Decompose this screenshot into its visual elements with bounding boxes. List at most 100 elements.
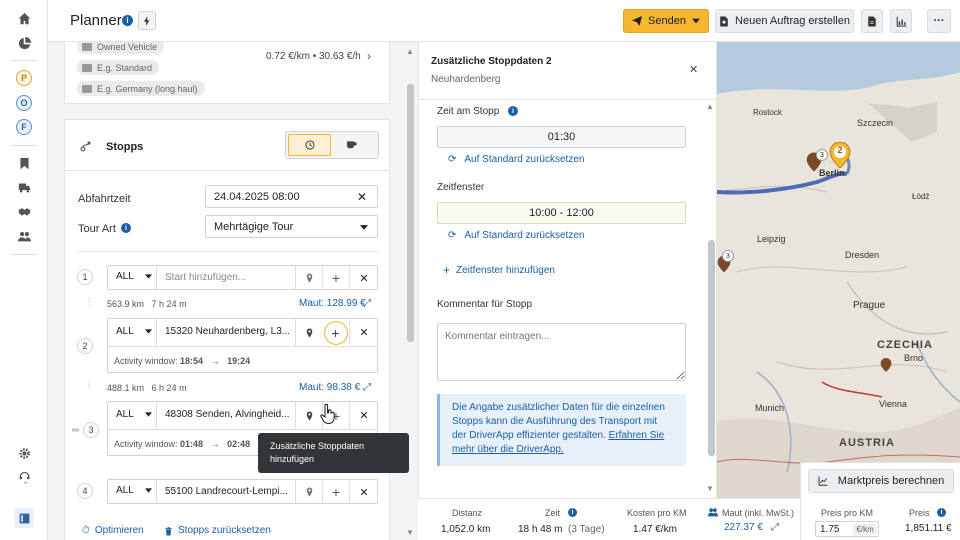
reset-stop-time-button[interactable]: ⟳ Auf Standard zurücksetzen xyxy=(448,154,584,165)
chevron-down-icon xyxy=(360,225,368,230)
stop-address[interactable]: 48308 Senden, Alvingheid... xyxy=(165,409,290,420)
expand-icon[interactable]: ⤢ xyxy=(363,382,371,393)
drag-handle-icon[interactable]: ⋮ xyxy=(85,297,93,306)
leg-distance: 488.1 km 6 h 24 m xyxy=(107,383,187,393)
pin-icon[interactable] xyxy=(295,402,322,429)
departure-label: Abfahrtzeit xyxy=(78,193,131,205)
city-label: Vienna xyxy=(879,399,907,409)
chevron-right-icon[interactable]: › xyxy=(367,49,371,63)
hand-cursor-icon xyxy=(320,403,336,424)
leg-toll[interactable]: Maut: 98.38 € xyxy=(299,382,360,393)
pie-chart-icon[interactable] xyxy=(14,33,34,53)
optimize-button[interactable]: ⏱ Optimieren xyxy=(82,525,144,536)
document-button[interactable] xyxy=(861,9,883,33)
more-options-button[interactable]: ··· xyxy=(927,9,951,33)
stop-type-select[interactable]: ALL xyxy=(116,271,152,282)
stop-time-input[interactable]: 01:30 xyxy=(437,126,686,148)
tooltip: Zusätzliche Stoppdaten hinzufügen xyxy=(258,433,409,473)
info-icon[interactable]: i xyxy=(508,106,518,116)
drag-handle-icon[interactable]: ⋮ xyxy=(85,380,93,389)
add-stop-data-button[interactable]: + xyxy=(322,266,349,290)
info-icon[interactable]: i xyxy=(122,15,133,26)
scroll-up-icon[interactable]: ▲ xyxy=(706,102,714,111)
truck-icon[interactable] xyxy=(14,177,34,197)
country-label: CZECHIA xyxy=(877,339,933,351)
map-marker-3[interactable]: 3 xyxy=(717,250,734,275)
send-button[interactable]: Senden xyxy=(623,9,709,33)
support-icon[interactable] xyxy=(14,467,34,487)
tour-type-select[interactable]: Mehrtägige Tour xyxy=(205,215,378,238)
map-marker-pin[interactable] xyxy=(880,358,892,372)
coffee-icon[interactable] xyxy=(346,139,357,153)
stop-type-select[interactable]: ALL xyxy=(116,485,152,496)
expand-icon[interactable]: ⤢ xyxy=(771,522,779,533)
reset-stops-button[interactable]: Stopps zurücksetzen xyxy=(164,525,271,536)
map-marker-1[interactable]: 3 xyxy=(806,149,828,172)
add-stop-data-button[interactable]: + xyxy=(322,480,349,504)
city-label: Prague xyxy=(853,300,886,311)
city-label: Rostock xyxy=(753,108,782,117)
stop-type-select[interactable]: ALL xyxy=(116,326,152,337)
price-per-km-input[interactable]: 1.75 €/km xyxy=(815,521,879,537)
add-stop-data-button[interactable]: + xyxy=(322,319,349,346)
info-icon[interactable]: i xyxy=(568,508,577,517)
info-icon[interactable]: i xyxy=(121,223,131,233)
avatar-o[interactable]: O xyxy=(14,93,34,113)
panel-scrollbar[interactable] xyxy=(708,240,715,456)
chevron-down-icon xyxy=(691,18,700,24)
stop-type-select[interactable]: ALL xyxy=(116,409,152,420)
avatar-p[interactable]: P xyxy=(14,68,34,88)
page-title: Planner xyxy=(70,12,122,29)
bookmark-icon[interactable] xyxy=(14,153,34,173)
handshake-icon[interactable] xyxy=(14,201,34,221)
lightning-icon[interactable] xyxy=(138,11,156,30)
clear-icon[interactable]: ✕ xyxy=(357,190,367,204)
remove-stop-button[interactable]: ✕ xyxy=(349,319,378,346)
left-sidebar: P O F xyxy=(0,0,48,540)
reset-time-window-button[interactable]: ⟳ Auf Standard zurücksetzen xyxy=(448,230,584,241)
panel-title: Zusätzliche Stoppdaten 2 xyxy=(431,56,552,67)
market-price-button[interactable]: Marktpreis berechnen xyxy=(808,469,954,493)
stops-header: Stopps xyxy=(106,141,144,153)
remove-stop-button[interactable]: ✕ xyxy=(349,402,378,429)
settings-icon[interactable] xyxy=(14,443,34,463)
info-icon[interactable]: i xyxy=(937,508,946,517)
stop-row-2: ALL 15320 Neuhardenberg, L3... + ✕ Activ… xyxy=(107,318,378,373)
avatar-f[interactable]: F xyxy=(14,117,34,137)
drag-handle-icon[interactable]: ═ xyxy=(72,425,79,436)
stop-address[interactable]: 55100 Landrecourt-Lempi... xyxy=(165,486,288,497)
vehicle-card[interactable]: Owned Vehicle E.g. Standard E.g. Germany… xyxy=(64,42,390,104)
cost-value: 1.47 €/km xyxy=(633,524,677,535)
comment-input[interactable] xyxy=(437,323,686,381)
start-input[interactable]: Start hinzufügen... xyxy=(165,272,246,283)
new-order-button[interactable]: Neuen Auftrag erstellen xyxy=(715,9,854,33)
stop-address[interactable]: 15320 Neuhardenberg, L3... xyxy=(165,326,290,337)
pin-icon[interactable] xyxy=(295,319,322,346)
map-marker-2[interactable]: 2 xyxy=(829,141,851,169)
collapse-sidebar-icon[interactable] xyxy=(14,508,34,528)
distance-label: Distanz xyxy=(452,508,483,518)
toll-value[interactable]: 227.37 € xyxy=(724,522,763,533)
city-label: Łódź xyxy=(912,192,930,201)
scroll-down-icon[interactable]: ▼ xyxy=(706,484,714,493)
expand-icon[interactable]: ⤢ xyxy=(363,298,371,309)
chart-button[interactable] xyxy=(890,9,912,33)
stop-number: 4 xyxy=(77,483,93,499)
route-map[interactable]: Szczecin Berlin Leipzig Dresden Prague C… xyxy=(717,42,960,498)
add-time-window-button[interactable]: + Zeitfenster hinzufügen xyxy=(443,263,555,277)
pin-icon[interactable] xyxy=(295,266,322,290)
close-icon[interactable]: ✕ xyxy=(689,63,698,76)
leg-toll[interactable]: Maut: 128.99 € xyxy=(299,298,366,309)
remove-stop-button[interactable]: ✕ xyxy=(349,480,378,504)
users-icon[interactable] xyxy=(14,226,34,246)
remove-stop-button[interactable]: ✕ xyxy=(349,266,378,290)
home-icon[interactable] xyxy=(14,8,34,28)
city-label: Munich xyxy=(755,403,785,413)
comment-label: Kommentar für Stopp xyxy=(437,299,533,310)
pin-icon[interactable] xyxy=(295,480,322,504)
departure-input[interactable]: 24.04.2025 08:00 ✕ xyxy=(205,185,378,208)
time-label: Zeit xyxy=(545,508,561,518)
stop-row-4: ALL 55100 Landrecourt-Lempi... + ✕ xyxy=(107,479,378,504)
time-window-input[interactable]: 10:00 - 12:00 xyxy=(437,202,686,224)
time-view-toggle[interactable] xyxy=(288,134,331,156)
